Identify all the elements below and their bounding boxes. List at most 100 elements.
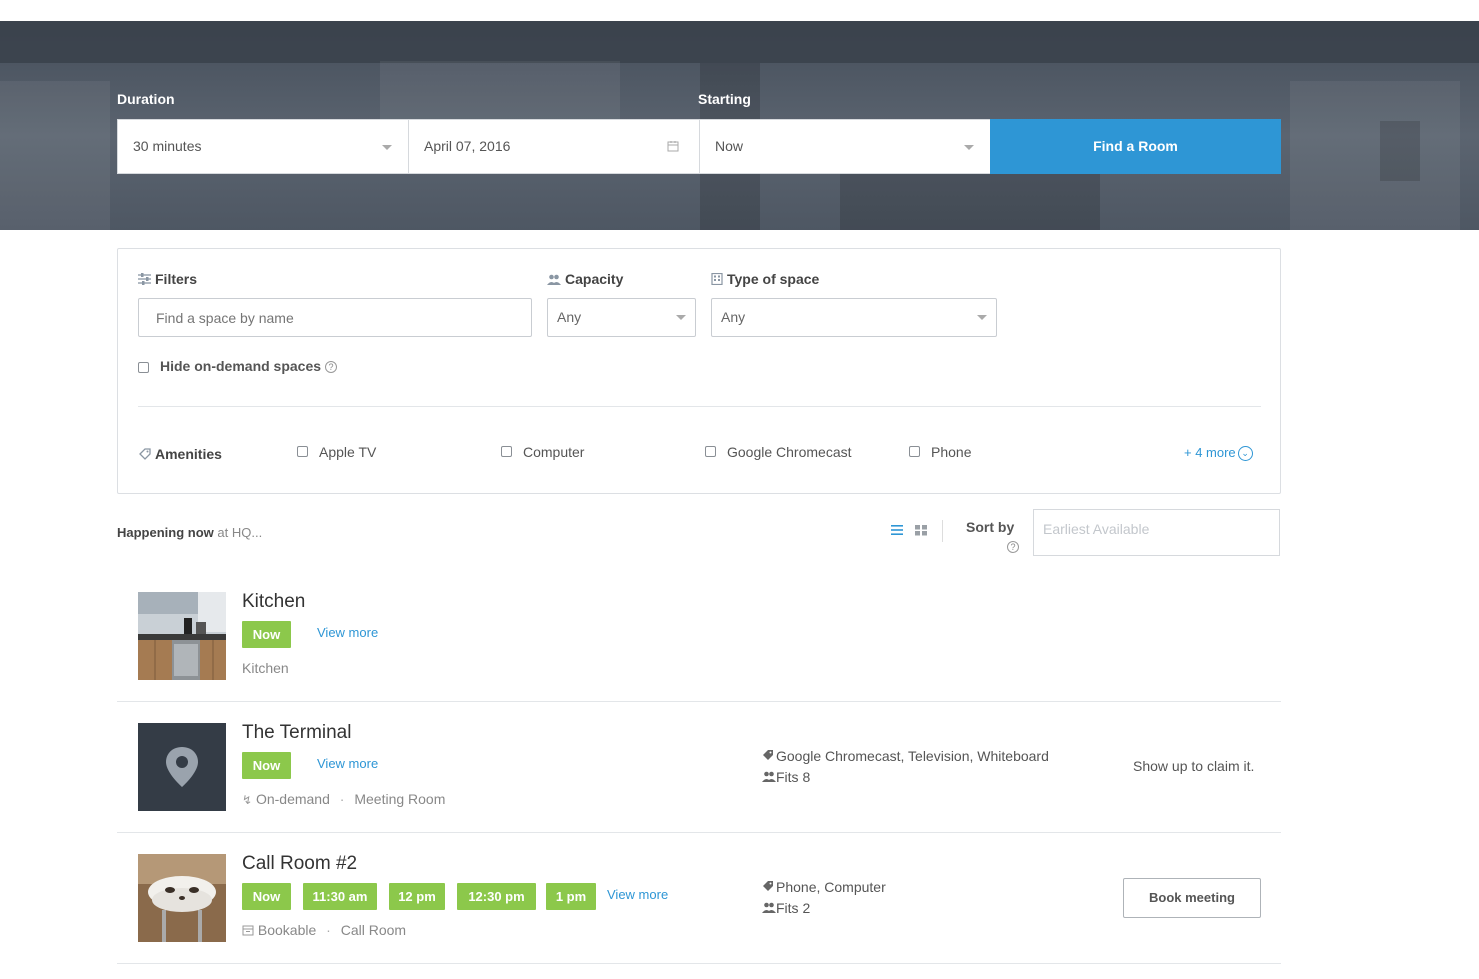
room-row-the-terminal: The Terminal Now View more ↯ On-demand ·…	[117, 702, 1281, 833]
time-slot-button[interactable]: 1 pm	[546, 883, 596, 910]
amenity-label-apple-tv: Apple TV	[319, 444, 377, 460]
booking-mode: On-demand	[255, 791, 330, 807]
room-row-kitchen: Kitchen Now View more Kitchen	[117, 571, 1281, 702]
room-meta: ↯ On-demand · Meeting Room	[242, 791, 446, 807]
view-more-link[interactable]: View more	[317, 625, 378, 640]
calendar-icon	[242, 925, 254, 936]
view-more-link[interactable]: View more	[607, 887, 668, 902]
more-amenities-link[interactable]: + 4 more ⌄	[1184, 445, 1253, 462]
sort-select[interactable]: Earliest Available	[1033, 509, 1280, 556]
chevron-down-circle-icon: ⌄	[1237, 446, 1253, 462]
room-photo-call-room	[138, 854, 226, 942]
location-text: at HQ...	[217, 525, 263, 540]
divider	[138, 406, 1261, 407]
happening-text: Happening now	[117, 525, 214, 540]
date-value: April 07, 2016	[424, 138, 511, 154]
space-type-value: Any	[721, 309, 746, 325]
chevron-down-icon	[977, 315, 987, 320]
capacity-text: Fits 8	[776, 769, 811, 785]
view-more-link[interactable]: View more	[317, 756, 378, 771]
space-name-search-input[interactable]	[138, 298, 532, 337]
booking-mode: Bookable	[257, 922, 317, 938]
list-view-icon[interactable]	[890, 523, 904, 537]
filters-panel: Filters Capacity Any Type of space Any H…	[117, 248, 1281, 494]
space-type-select[interactable]: Any	[711, 298, 997, 337]
capacity-select[interactable]: Any	[547, 298, 696, 337]
hide-ondemand-row: Hide on-demand spaces?	[160, 358, 338, 374]
time-slot-button[interactable]: Now	[242, 621, 291, 648]
room-photo-kitchen	[138, 592, 226, 680]
people-icon	[762, 902, 776, 916]
hide-ondemand-label: Hide on-demand spaces	[160, 358, 322, 374]
people-icon	[762, 771, 776, 785]
amenities-heading: Amenities	[139, 446, 222, 462]
capacity-text: Fits 2	[776, 900, 811, 916]
capacity-value: Any	[557, 309, 582, 325]
sliders-icon	[138, 273, 151, 285]
grid-view-icon[interactable]	[914, 523, 928, 537]
amenity-label-computer: Computer	[523, 444, 585, 460]
type-label: Type of space	[727, 271, 820, 287]
amenity-checkbox-computer[interactable]	[501, 446, 512, 457]
calendar-icon	[667, 141, 679, 152]
room-amenities: Phone, Computer	[762, 879, 886, 895]
chevron-down-icon	[382, 145, 392, 150]
duration-label: Duration	[117, 91, 175, 107]
chevron-down-icon	[676, 315, 686, 320]
room-capacity: Fits 8	[762, 769, 810, 785]
amenity-label-phone: Phone	[931, 444, 972, 460]
top-bar	[0, 0, 1479, 21]
amenities-text: Google Chromecast, Television, Whiteboar…	[776, 748, 1049, 764]
find-room-button[interactable]: Find a Room	[990, 119, 1281, 174]
time-slot-button[interactable]: 12:30 pm	[457, 883, 536, 910]
amenities-text: Phone, Computer	[776, 879, 886, 895]
room-row-call-room-2: Call Room #2 Now 11:30 am 12 pm 12:30 pm…	[117, 833, 1281, 964]
building-icon	[711, 272, 723, 286]
sort-by-label: Sort by	[966, 519, 1015, 535]
room-name[interactable]: The Terminal	[242, 722, 351, 744]
room-meta: Bookable · Call Room	[242, 922, 406, 938]
location-pin-icon	[138, 723, 226, 811]
room-type: Call Room	[340, 922, 407, 938]
tag-icon	[762, 749, 776, 764]
room-name[interactable]: Call Room #2	[242, 853, 357, 875]
time-value: Now	[715, 138, 744, 154]
tag-icon	[139, 448, 151, 460]
room-type: Meeting Room	[354, 791, 446, 807]
chevron-down-icon	[964, 145, 974, 150]
duration-value: 30 minutes	[133, 138, 202, 154]
time-slot-button[interactable]: Now	[242, 752, 291, 779]
book-meeting-button[interactable]: Book meeting	[1123, 878, 1261, 918]
filters-heading: Filters	[138, 271, 197, 287]
starting-label: Starting	[698, 91, 751, 107]
room-photo-placeholder	[138, 723, 226, 811]
filters-label: Filters	[155, 271, 198, 287]
amenity-checkbox-apple-tv[interactable]	[297, 446, 308, 457]
more-amenities-label: + 4 more	[1184, 445, 1236, 460]
happening-now-label: Happening now at HQ...	[117, 525, 262, 540]
capacity-label: Capacity	[565, 271, 624, 287]
time-slot-button[interactable]: 12 pm	[389, 883, 445, 910]
time-select[interactable]: Now	[699, 119, 991, 174]
capacity-heading: Capacity	[547, 271, 623, 287]
room-capacity: Fits 2	[762, 900, 810, 916]
amenity-label-chromecast: Google Chromecast	[727, 444, 852, 460]
room-type: Kitchen	[242, 660, 289, 676]
sort-help-icon[interactable]: ?	[1007, 541, 1019, 553]
room-amenities: Google Chromecast, Television, Whiteboar…	[762, 748, 1049, 764]
divider	[942, 520, 943, 542]
claim-text: Show up to claim it.	[1133, 758, 1255, 774]
amenities-label: Amenities	[155, 446, 222, 462]
time-slot-button[interactable]: 11:30 am	[303, 883, 377, 910]
duration-select[interactable]: 30 minutes	[117, 119, 409, 174]
amenity-checkbox-phone[interactable]	[909, 446, 920, 457]
room-name[interactable]: Kitchen	[242, 591, 305, 613]
tag-icon	[762, 880, 776, 895]
date-picker[interactable]: April 07, 2016	[408, 119, 700, 174]
help-icon[interactable]: ?	[325, 361, 338, 374]
type-heading: Type of space	[711, 271, 819, 287]
amenity-checkbox-chromecast[interactable]	[705, 446, 716, 457]
people-icon	[547, 274, 561, 285]
time-slot-button[interactable]: Now	[242, 883, 291, 910]
hide-ondemand-checkbox[interactable]	[138, 362, 149, 373]
